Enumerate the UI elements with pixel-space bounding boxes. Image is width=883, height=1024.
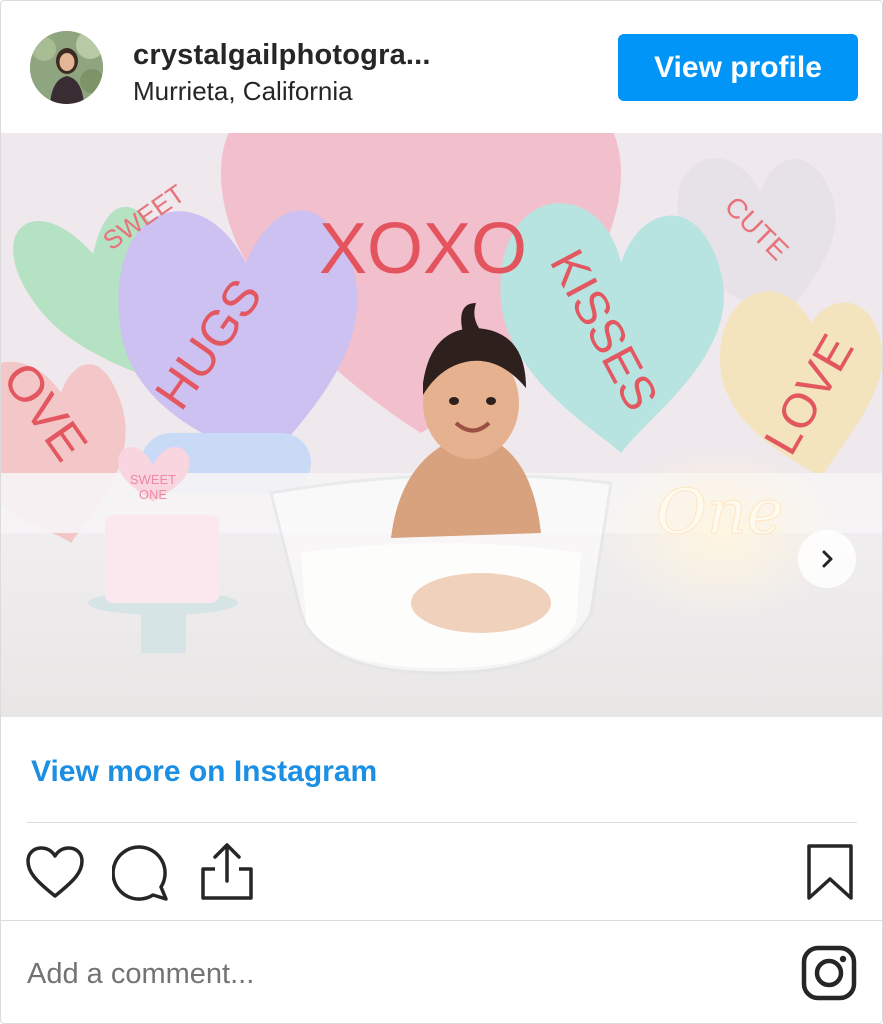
location[interactable]: Murrieta, California [133, 76, 353, 107]
comment-input[interactable]: Add a comment... [27, 958, 254, 991]
heart-icon[interactable] [25, 845, 85, 899]
divider [27, 822, 857, 823]
username[interactable]: crystalgailphotogra... [133, 39, 431, 72]
instagram-embed-card: crystalgailphotogra... Murrieta, Califor… [0, 0, 883, 1024]
avatar[interactable] [30, 31, 103, 104]
view-more-link[interactable]: View more on Instagram [31, 755, 377, 789]
post-image[interactable]: SWEET HUGS XOXO KISSES CUTE OVE LOVE SWE… [1, 133, 882, 717]
post-header: crystalgailphotogra... Murrieta, Califor… [1, 1, 882, 133]
carousel-next-button[interactable] [798, 530, 856, 588]
share-icon[interactable] [199, 841, 255, 901]
neon-sign: One [656, 475, 783, 548]
chevron-right-icon [822, 550, 833, 568]
cake-topper-line1: SWEET [130, 472, 176, 487]
divider [1, 920, 882, 921]
view-profile-button[interactable]: View profile [618, 34, 858, 101]
heart-text-xoxo: XOXO [319, 209, 527, 289]
comment-icon[interactable] [112, 843, 172, 903]
instagram-logo-icon[interactable] [801, 945, 857, 1001]
cake-topper-line2: ONE [139, 487, 168, 502]
bookmark-icon[interactable] [806, 843, 854, 901]
